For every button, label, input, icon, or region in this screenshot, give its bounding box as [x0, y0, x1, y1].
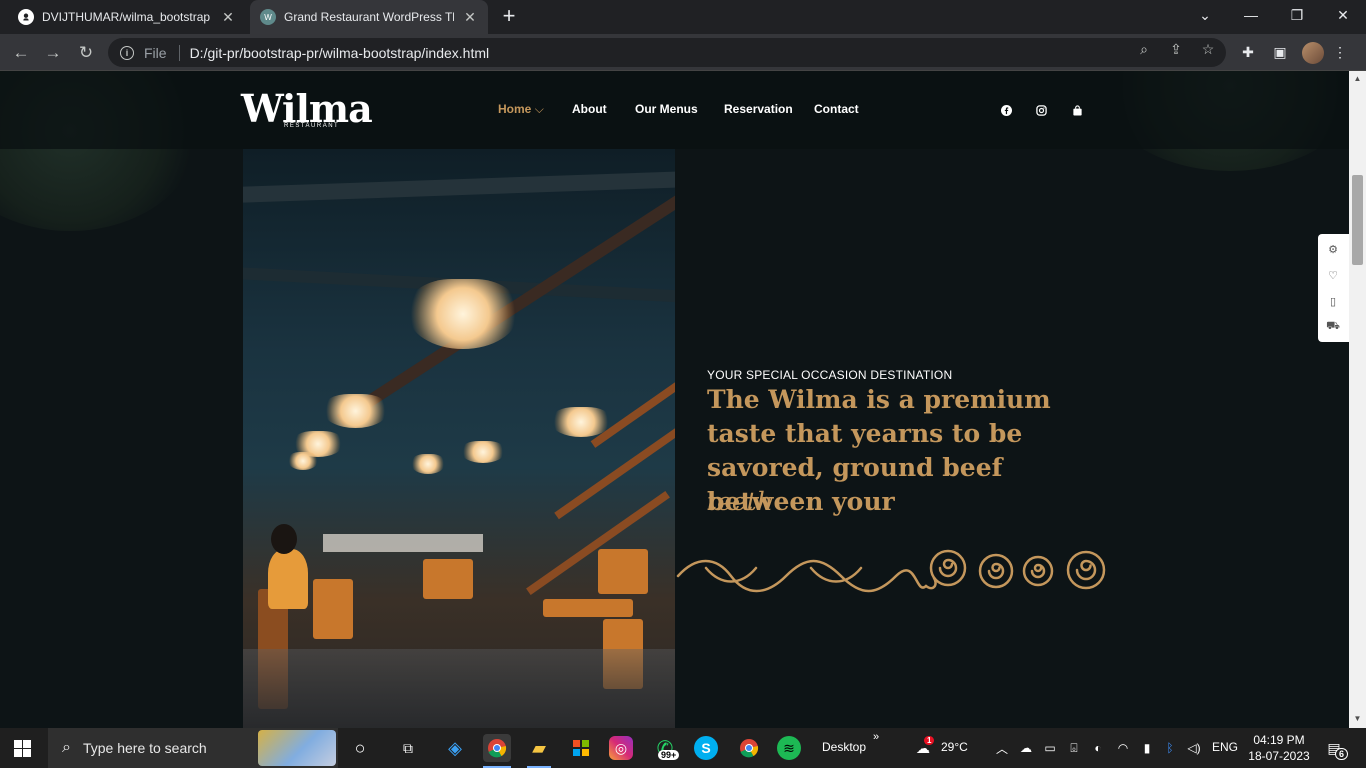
browser-toolbar: ← → ↻ i File D:/git-pr/bootstrap-pr/wilm… [0, 34, 1366, 71]
divider [178, 44, 180, 61]
forward-arrow-icon[interactable]: → [40, 40, 66, 66]
skype-icon[interactable]: S [694, 736, 718, 760]
close-window-icon[interactable]: ✕ [1320, 0, 1366, 30]
instagram-app-icon[interactable]: ◎ [609, 736, 633, 760]
nav-our-menus[interactable]: Our Menus [635, 102, 698, 116]
info-icon[interactable]: i [120, 45, 134, 60]
wifi-icon[interactable]: ◠ [1115, 740, 1131, 756]
tab-github[interactable]: DVIJTHUMAR/wilma_bootstrap ✕ [8, 0, 246, 34]
tab-title: Grand Restaurant WordPress The [284, 10, 454, 24]
windows-taskbar: ⌕ Type here to search ○ ⧉ ◈ ▰ ◎ ✆ 99+ S … [0, 728, 1366, 768]
search-placeholder: Type here to search [82, 740, 207, 756]
cortana-icon[interactable]: ○ [346, 734, 374, 762]
page-viewport: Wilma RESTAURANT Home ⌵ About Our Menus … [0, 71, 1349, 728]
scroll-up-icon[interactable]: ▲ [1353, 74, 1362, 83]
restore-icon[interactable]: ❐ [1274, 0, 1320, 30]
github-icon [18, 9, 34, 25]
speaker-icon[interactable]: ◁) [1186, 740, 1202, 756]
heart-icon[interactable]: ♡ [1326, 268, 1340, 282]
scroll-down-icon[interactable]: ▼ [1353, 714, 1362, 723]
bluetooth-icon[interactable]: ᛒ [1162, 740, 1178, 756]
reload-icon[interactable]: ↻ [73, 40, 99, 66]
nav-contact[interactable]: Contact [814, 102, 859, 116]
chrome-icon[interactable] [483, 734, 511, 762]
hero-eyebrow: YOUR SPECIAL OCCASION DESTINATION [707, 368, 953, 382]
chevron-down-icon: ⌵ [534, 102, 544, 116]
whatsapp-badge: 99+ [658, 750, 680, 760]
vscode-icon[interactable]: ◈ [441, 734, 469, 762]
tab-grand-restaurant[interactable]: W Grand Restaurant WordPress The ✕ [250, 0, 488, 34]
address-bar[interactable]: i File D:/git-pr/bootstrap-pr/wilma-boot… [108, 38, 1226, 67]
clock-time: 04:19 PM [1253, 733, 1305, 747]
onedrive-icon[interactable]: ☁ [1018, 740, 1034, 756]
ornament-divider-icon [676, 549, 1106, 593]
site-header: Wilma RESTAURANT Home ⌵ About Our Menus … [0, 71, 1349, 149]
site-logo-subtitle: RESTAURANT [284, 123, 340, 129]
shopping-bag-icon[interactable] [1070, 103, 1084, 117]
bookmark-star-icon[interactable]: ☆ [1200, 41, 1216, 57]
side-panel-icon[interactable]: ▣ [1271, 43, 1289, 61]
tab-title: DVIJTHUMAR/wilma_bootstrap [42, 10, 211, 24]
menu-kebab-icon[interactable]: ⋮ [1331, 43, 1349, 61]
nav-home-label: Home [498, 102, 532, 116]
extensions-puzzle-icon[interactable]: ✚ [1239, 43, 1257, 61]
cart-icon[interactable]: ⛟ [1326, 320, 1340, 334]
battery-icon[interactable]: ▮ [1139, 740, 1155, 756]
new-tab-button[interactable]: + [497, 5, 521, 29]
page-scrollbar[interactable]: ▲ ▼ [1349, 71, 1366, 728]
close-tab-icon[interactable]: ✕ [220, 9, 236, 25]
windows-start-icon[interactable] [14, 740, 31, 757]
clock-date: 18-07-2023 [1248, 749, 1310, 763]
instagram-icon[interactable] [1034, 103, 1048, 117]
language-indicator[interactable]: ENG [1212, 740, 1238, 754]
scrollbar-thumb[interactable] [1352, 175, 1363, 265]
profile-avatar[interactable] [1302, 42, 1324, 64]
chrome-icon[interactable] [735, 734, 763, 762]
search-icon: ⌕ [62, 739, 71, 756]
minimize-icon[interactable]: — [1228, 0, 1274, 30]
zoom-icon[interactable]: ⌕ [1136, 41, 1152, 57]
gear-icon[interactable]: ⚙ [1326, 242, 1340, 256]
weather-temperature[interactable]: 29°C [941, 740, 968, 754]
chevron-up-icon[interactable]: ︿ [994, 740, 1010, 756]
camera-icon[interactable]: ⌻ [1066, 740, 1082, 756]
shield-icon[interactable]: ◐ [1090, 740, 1106, 756]
book-icon[interactable]: ▯ [1326, 294, 1340, 308]
nav-reservation[interactable]: Reservation [724, 102, 793, 116]
file-explorer-icon[interactable]: ▰ [525, 734, 553, 762]
search-highlight-image [258, 730, 336, 766]
taskbar-search[interactable]: ⌕ Type here to search [48, 728, 338, 768]
microsoft-store-icon[interactable] [567, 734, 595, 762]
desktop-toolbar-label[interactable]: Desktop [822, 740, 866, 754]
nav-about[interactable]: About [572, 102, 607, 116]
nav-home[interactable]: Home ⌵ [498, 102, 544, 117]
url-text[interactable]: D:/git-pr/bootstrap-pr/wilma-bootstrap/i… [190, 45, 490, 61]
tab-search-chevron-icon[interactable]: ⌄ [1182, 0, 1228, 30]
notification-count: 6 [1335, 748, 1349, 760]
task-view-icon[interactable]: ⧉ [394, 734, 422, 762]
share-icon[interactable]: ⇪ [1168, 41, 1184, 57]
system-clock[interactable]: 04:19 PM 18-07-2023 [1246, 732, 1312, 764]
monitor-icon[interactable]: ▭ [1042, 740, 1058, 756]
spotify-icon[interactable]: ≋ [777, 736, 801, 760]
hero-headline-italic: teeth [707, 487, 773, 516]
side-toolbar: ⚙ ♡ ▯ ⛟ [1318, 234, 1349, 342]
chevron-double-right-icon[interactable]: » [873, 731, 879, 743]
restaurant-interior-photo [243, 149, 675, 728]
close-tab-icon[interactable]: ✕ [462, 9, 478, 25]
back-arrow-icon[interactable]: ← [8, 40, 34, 66]
scheme-label: File [144, 44, 167, 61]
browser-tab-strip: DVIJTHUMAR/wilma_bootstrap ✕ W Grand Res… [0, 0, 1366, 34]
site-icon: W [260, 9, 276, 25]
facebook-icon[interactable] [999, 103, 1013, 117]
